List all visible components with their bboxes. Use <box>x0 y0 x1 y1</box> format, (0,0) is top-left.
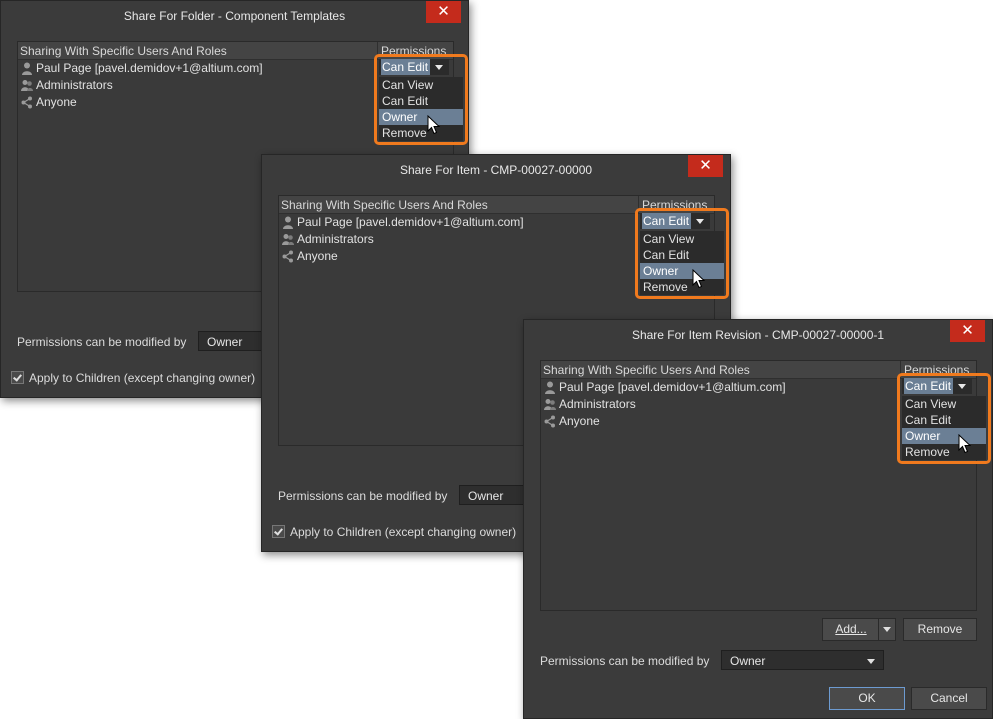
column-header-users[interactable]: Sharing With Specific Users And Roles <box>20 44 227 58</box>
share-icon <box>21 96 32 109</box>
cursor-icon <box>692 269 706 289</box>
anyone-label: Anyone <box>297 249 338 263</box>
add-button-label: Add... <box>835 622 867 636</box>
highlight-outline <box>897 373 991 464</box>
ok-button[interactable]: OK <box>829 687 905 710</box>
user-label: Paul Page [pavel.demidov+1@altium.com] <box>297 215 524 229</box>
title-bar[interactable]: Share For Folder - Component Templates ✕ <box>1 1 468 31</box>
column-header-users[interactable]: Sharing With Specific Users And Roles <box>543 363 750 377</box>
check-icon <box>274 526 283 536</box>
share-icon <box>544 415 555 428</box>
checkbox-box[interactable] <box>272 525 285 538</box>
close-button[interactable]: ✕ <box>426 1 461 23</box>
highlight-outline <box>374 54 468 145</box>
check-icon <box>13 372 22 382</box>
apply-children-checkbox[interactable]: Apply to Children (except changing owner… <box>272 524 532 540</box>
cursor-icon <box>958 434 972 454</box>
modified-by-label: Permissions can be modified by <box>17 335 187 349</box>
dialog-title: Share For Folder - Component Templates <box>123 9 346 23</box>
modified-by-select[interactable]: Owner <box>721 650 884 670</box>
group-label: Administrators <box>297 232 374 246</box>
add-button[interactable]: Add... <box>822 618 896 641</box>
apply-children-label: Apply to Children (except changing owner… <box>290 525 517 539</box>
group-icon <box>282 234 294 245</box>
checkbox-box[interactable] <box>11 371 24 384</box>
modified-by-label: Permissions can be modified by <box>540 654 710 668</box>
chevron-down-icon <box>883 627 891 632</box>
user-icon <box>22 62 32 75</box>
group-label: Administrators <box>36 78 113 92</box>
dialog-title: Share For Item - CMP-00027-00000 <box>399 163 593 177</box>
apply-children-checkbox[interactable]: Apply to Children (except changing owner… <box>11 370 271 386</box>
anyone-label: Anyone <box>36 95 77 109</box>
group-icon <box>21 80 33 91</box>
group-label: Administrators <box>559 397 636 411</box>
share-item-revision-dialog: Share For Item Revision - CMP-00027-0000… <box>523 319 993 719</box>
column-header-users[interactable]: Sharing With Specific Users And Roles <box>281 198 488 212</box>
cancel-button[interactable]: Cancel <box>911 687 987 710</box>
user-icon <box>545 381 555 394</box>
modified-by-label: Permissions can be modified by <box>278 489 448 503</box>
user-label: Paul Page [pavel.demidov+1@altium.com] <box>36 61 263 75</box>
share-icon <box>282 250 293 263</box>
cursor-icon <box>427 115 441 135</box>
chevron-down-icon <box>867 659 875 664</box>
title-bar[interactable]: Share For Item Revision - CMP-00027-0000… <box>524 320 992 350</box>
remove-button[interactable]: Remove <box>903 618 977 641</box>
highlight-outline <box>635 208 729 299</box>
user-label: Paul Page [pavel.demidov+1@altium.com] <box>559 380 786 394</box>
close-button[interactable]: ✕ <box>950 320 985 342</box>
anyone-label: Anyone <box>559 414 600 428</box>
modified-by-value: Owner <box>468 489 504 503</box>
modified-by-value: Owner <box>730 654 766 668</box>
close-button[interactable]: ✕ <box>688 155 723 177</box>
add-split-arrow[interactable] <box>878 619 895 640</box>
dialog-title: Share For Item Revision - CMP-00027-0000… <box>631 328 885 342</box>
user-icon <box>283 216 293 229</box>
apply-children-label: Apply to Children (except changing owner… <box>29 371 256 385</box>
modified-by-value: Owner <box>207 335 243 349</box>
group-icon <box>544 399 556 410</box>
title-bar[interactable]: Share For Item - CMP-00027-00000 ✕ <box>262 155 730 185</box>
